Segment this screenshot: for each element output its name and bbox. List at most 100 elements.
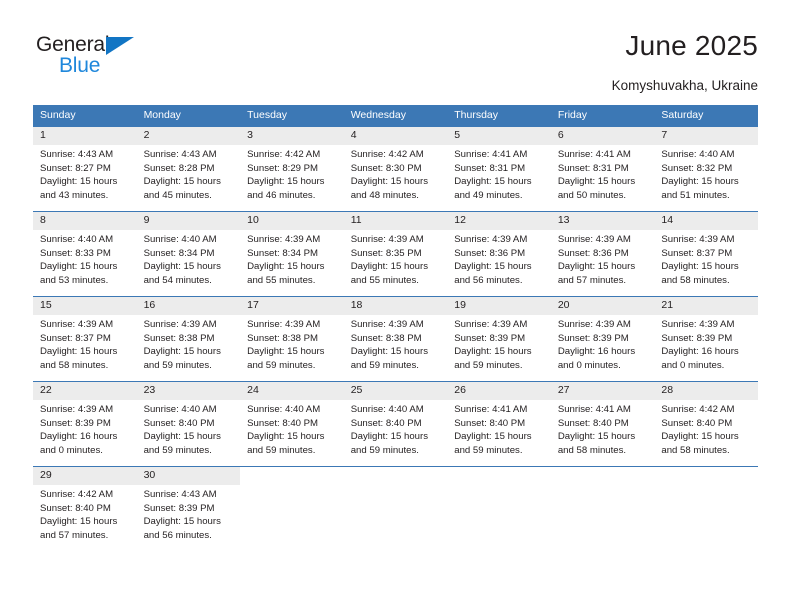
calendar-day-cell[interactable]: 29 Sunrise: 4:42 AM Sunset: 8:40 PM Dayligh… (33, 466, 137, 551)
day-number: 14 (654, 212, 758, 230)
calendar-cell-inner (240, 467, 344, 551)
sunrise-text: Sunrise: 4:42 AM (350, 149, 424, 160)
daylight-text-line1: Daylight: 15 hours (557, 431, 636, 443)
calendar-day-cell[interactable]: 5 Sunrise: 4:41 AM Sunset: 8:31 PM Daylight… (447, 126, 551, 212)
calendar-day-cell[interactable]: 26 Sunrise: 4:41 AM Sunset: 8:40 PM Dayligh… (447, 381, 551, 467)
calendar-day-cell[interactable]: 22 Sunrise: 4:39 AM Sunset: 8:39 PM Dayligh… (33, 381, 137, 467)
calendar-day-cell[interactable]: 18 Sunrise: 4:39 AM Sunset: 8:38 PM Dayligh… (343, 296, 448, 382)
daylight-text-line1: Daylight: 15 hours (143, 176, 221, 188)
calendar-day-cell[interactable]: 24 Sunrise: 4:40 AM Sunset: 8:40 PM Dayligh… (240, 381, 344, 467)
calendar-day-cell[interactable]: 4 Sunrise: 4:42 AM Sunset: 8:30 PM Daylight… (343, 126, 448, 212)
calendar-cell-inner: 23 Sunrise: 4:40 AM Sunset: 8:40 PM Dayligh… (136, 382, 241, 466)
daylight-text-line1: Daylight: 15 hours (557, 176, 636, 188)
calendar-cell-inner: 7 Sunrise: 4:40 AM Sunset: 8:32 PM Daylight… (654, 127, 758, 211)
day-details: Sunrise: 4:41 AM Sunset: 8:31 PM Daylight:… (551, 145, 655, 202)
calendar-cell-inner: 22 Sunrise: 4:39 AM Sunset: 8:39 PM Dayligh… (33, 382, 137, 466)
day-details: Sunrise: 4:39 AM Sunset: 8:36 PM Daylight:… (447, 230, 551, 287)
calendar-day-cell[interactable]: 14 Sunrise: 4:39 AM Sunset: 8:37 PM Dayligh… (654, 211, 758, 297)
calendar-day-cell[interactable]: 9 Sunrise: 4:40 AM Sunset: 8:34 PM Daylight… (136, 211, 241, 297)
day-number: 7 (654, 127, 758, 145)
day-details: Sunrise: 4:42 AM Sunset: 8:30 PM Daylight:… (344, 145, 448, 202)
day-number: 5 (447, 127, 551, 145)
calendar-day-cell[interactable]: 19 Sunrise: 4:39 AM Sunset: 8:39 PM Dayligh… (447, 296, 551, 382)
sunrise-text: Sunrise: 4:39 AM (661, 234, 735, 245)
day-details (240, 485, 344, 488)
daylight-text-line1: Daylight: 15 hours (143, 261, 221, 273)
calendar-cell-inner: 24 Sunrise: 4:40 AM Sunset: 8:40 PM Dayligh… (240, 382, 344, 466)
sunrise-text: Sunrise: 4:40 AM (143, 404, 217, 415)
calendar-day-cell[interactable]: 6 Sunrise: 4:41 AM Sunset: 8:31 PM Daylight… (550, 126, 655, 212)
calendar-day-cell[interactable]: 1 Sunrise: 4:43 AM Sunset: 8:27 PM Daylight… (33, 126, 137, 212)
calendar-day-cell[interactable]: 20 Sunrise: 4:39 AM Sunset: 8:39 PM Dayligh… (550, 296, 655, 382)
calendar-day-cell[interactable]: 25 Sunrise: 4:40 AM Sunset: 8:40 PM Dayligh… (343, 381, 448, 467)
day-details: Sunrise: 4:40 AM Sunset: 8:40 PM Daylight:… (240, 400, 344, 457)
sunrise-text: Sunrise: 4:39 AM (454, 234, 528, 245)
sunset-text: Sunset: 8:33 PM (40, 247, 111, 259)
sunrise-text: Sunrise: 4:40 AM (661, 149, 735, 160)
calendar-cell-inner: 6 Sunrise: 4:41 AM Sunset: 8:31 PM Daylight… (550, 127, 655, 211)
sunset-text: Sunset: 8:34 PM (247, 247, 319, 259)
day-details: Sunrise: 4:43 AM Sunset: 8:39 PM Daylight:… (137, 485, 241, 542)
sunrise-text: Sunrise: 4:40 AM (247, 404, 321, 415)
sunrise-text: Sunrise: 4:39 AM (247, 319, 321, 330)
calendar-day-cell[interactable]: 17 Sunrise: 4:39 AM Sunset: 8:38 PM Dayligh… (240, 296, 344, 382)
sunrise-text: Sunrise: 4:41 AM (557, 404, 631, 415)
day-details (551, 485, 655, 488)
day-number: 26 (447, 382, 551, 400)
calendar-day-cell[interactable]: 27 Sunrise: 4:41 AM Sunset: 8:40 PM Dayligh… (550, 381, 655, 467)
calendar-day-cell[interactable]: 2 Sunrise: 4:43 AM Sunset: 8:28 PM Daylight… (136, 126, 241, 212)
sunrise-text: Sunrise: 4:39 AM (557, 234, 631, 245)
calendar-day-cell[interactable]: 30 Sunrise: 4:43 AM Sunset: 8:39 PM Dayligh… (136, 466, 241, 551)
sunrise-text: Sunrise: 4:43 AM (40, 149, 114, 160)
general-blue-logo[interactable]: General Blue (36, 33, 156, 79)
calendar-day-cell[interactable]: 7 Sunrise: 4:40 AM Sunset: 8:32 PM Daylight… (654, 126, 758, 212)
sunset-text: Sunset: 8:36 PM (454, 247, 526, 259)
calendar-day-cell[interactable]: 3 Sunrise: 4:42 AM Sunset: 8:29 PM Daylight… (240, 126, 344, 212)
daylight-text-line2: and 56 minutes. (454, 274, 523, 286)
sunset-text: Sunset: 8:38 PM (247, 332, 319, 344)
logo-text-blue: Blue (59, 54, 101, 77)
day-number: 2 (136, 127, 241, 145)
sunset-text: Sunset: 8:31 PM (454, 162, 526, 174)
day-number: 6 (550, 127, 655, 145)
calendar-day-cell[interactable]: 11 Sunrise: 4:39 AM Sunset: 8:35 PM Dayligh… (343, 211, 448, 297)
page-title: June 2025 (625, 30, 758, 61)
calendar-day-cell[interactable]: 28 Sunrise: 4:42 AM Sunset: 8:40 PM Dayligh… (654, 381, 758, 467)
sunrise-text: Sunrise: 4:39 AM (143, 319, 217, 330)
calendar-cell-inner: 10 Sunrise: 4:39 AM Sunset: 8:34 PM Dayligh… (240, 212, 344, 296)
day-details: Sunrise: 4:39 AM Sunset: 8:39 PM Daylight:… (33, 400, 137, 457)
calendar-day-cell[interactable]: 13 Sunrise: 4:39 AM Sunset: 8:36 PM Dayligh… (550, 211, 655, 297)
calendar-day-cell[interactable]: 23 Sunrise: 4:40 AM Sunset: 8:40 PM Dayligh… (136, 381, 241, 467)
daylight-text-line1: Daylight: 15 hours (40, 261, 118, 273)
sunset-text: Sunset: 8:40 PM (661, 417, 733, 429)
day-details: Sunrise: 4:40 AM Sunset: 8:40 PM Daylight:… (137, 400, 241, 457)
day-details: Sunrise: 4:39 AM Sunset: 8:38 PM Daylight:… (137, 315, 241, 372)
weekday-header-friday: Friday (550, 105, 655, 127)
calendar-week-row: 15 Sunrise: 4:39 AM Sunset: 8:37 PM Dayligh… (33, 296, 758, 382)
calendar-week-row: 22 Sunrise: 4:39 AM Sunset: 8:39 PM Dayligh… (33, 381, 758, 467)
day-details: Sunrise: 4:39 AM Sunset: 8:36 PM Daylight:… (551, 230, 655, 287)
daylight-text-line2: and 59 minutes. (247, 359, 316, 371)
daylight-text-line1: Daylight: 15 hours (661, 261, 739, 273)
calendar-day-cell[interactable]: 12 Sunrise: 4:39 AM Sunset: 8:36 PM Dayligh… (447, 211, 551, 297)
day-number: 1 (33, 127, 137, 145)
daylight-text-line1: Daylight: 15 hours (247, 176, 325, 188)
calendar-day-cell[interactable]: 21 Sunrise: 4:39 AM Sunset: 8:39 PM Dayligh… (654, 296, 758, 382)
daylight-text-line1: Daylight: 15 hours (143, 431, 221, 443)
day-details: Sunrise: 4:42 AM Sunset: 8:40 PM Daylight:… (33, 485, 137, 542)
sunset-text: Sunset: 8:40 PM (247, 417, 319, 429)
sunrise-text: Sunrise: 4:42 AM (40, 489, 114, 500)
calendar-day-cell[interactable]: 8 Sunrise: 4:40 AM Sunset: 8:33 PM Daylight… (33, 211, 137, 297)
day-details: Sunrise: 4:43 AM Sunset: 8:27 PM Daylight:… (33, 145, 137, 202)
day-number (654, 467, 758, 485)
calendar-cell-empty (240, 466, 344, 551)
calendar-day-cell[interactable]: 15 Sunrise: 4:39 AM Sunset: 8:37 PM Dayligh… (33, 296, 137, 382)
calendar-day-cell[interactable]: 10 Sunrise: 4:39 AM Sunset: 8:34 PM Dayligh… (240, 211, 344, 297)
calendar-table: Sunday Monday Tuesday Wednesday Thursday… (33, 105, 758, 551)
day-number: 18 (343, 297, 448, 315)
daylight-text-line2: and 0 minutes. (40, 444, 103, 456)
calendar-day-cell[interactable]: 16 Sunrise: 4:39 AM Sunset: 8:38 PM Dayligh… (136, 296, 241, 382)
daylight-text-line2: and 49 minutes. (454, 189, 523, 201)
sunset-text: Sunset: 8:39 PM (143, 502, 215, 514)
daylight-text-line1: Daylight: 15 hours (40, 516, 118, 528)
